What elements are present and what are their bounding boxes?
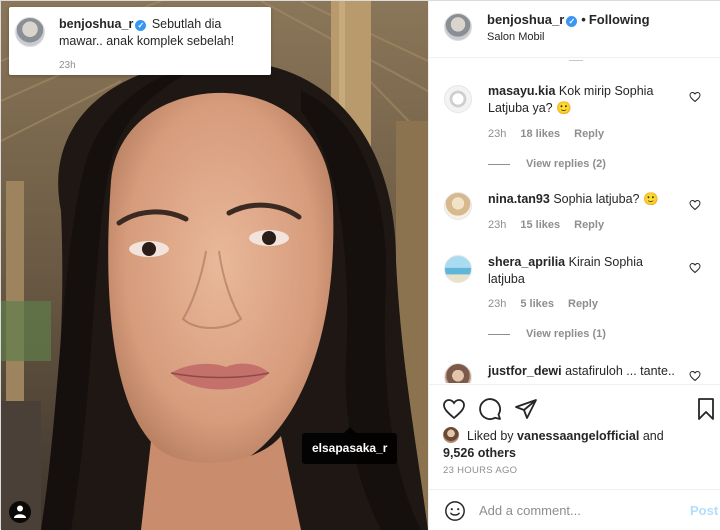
comment-time: 23h	[488, 219, 507, 231]
comment-avatar[interactable]	[444, 192, 472, 220]
post-side-panel: benjoshua_r ✓ • Following Salon Mobil masay…	[428, 1, 720, 530]
caption-card: benjoshua_r ✓ Sebutlah dia mawar.. anak k…	[9, 7, 271, 75]
post-actions: Liked by vanessaangelofficial and 9,526 …	[429, 384, 720, 482]
liker-username[interactable]: vanessaangelofficial	[517, 429, 639, 443]
comment-text-block: shera_aprilia Kirain Sophia latjuba	[488, 254, 673, 288]
caption-avatar[interactable]	[15, 17, 45, 47]
comment-likes[interactable]: 18 likes	[520, 128, 560, 140]
caption-time: 23h	[59, 60, 76, 71]
separator-dot: •	[581, 12, 586, 27]
post-photo[interactable]: benjoshua_r ✓ Sebutlah dia mawar.. anak k…	[1, 1, 428, 530]
comment-item: masayu.kia Kok mirip Sophia Latjuba ya? …	[429, 81, 720, 191]
author-username[interactable]: benjoshua_r	[487, 12, 564, 27]
reply-button[interactable]: Reply	[568, 298, 598, 310]
comment-bar: Post	[429, 489, 720, 530]
heart-icon[interactable]	[689, 370, 701, 382]
user-tag-icon	[14, 505, 26, 518]
verified-icon: ✓	[566, 16, 578, 27]
reply-button[interactable]: Reply	[574, 219, 604, 231]
comment-meta: 23h 18 likes Reply	[488, 128, 618, 140]
comment-username[interactable]: nina.tan93	[488, 192, 550, 206]
comment-item: justfor_dewi astafiruloh ... tante..	[429, 360, 720, 383]
likes-conjunction: and	[642, 429, 664, 443]
view-replies-button[interactable]: View replies (1)	[488, 328, 606, 340]
post-header: benjoshua_r ✓ • Following Salon Mobil	[429, 1, 720, 58]
comment-likes[interactable]: 5 likes	[520, 298, 554, 310]
comment-text-block: justfor_dewi astafiruloh ... tante..	[488, 363, 688, 380]
comment-avatar[interactable]	[444, 255, 472, 283]
comment-text: astafiruloh ... tante..	[565, 364, 675, 378]
caption-username[interactable]: benjoshua_r	[59, 17, 133, 31]
heart-icon[interactable]	[689, 91, 701, 103]
comment-item: nina.tan93 Sophia latjuba? 🙂 23h 15 likes…	[429, 189, 720, 244]
replies-line	[488, 333, 510, 335]
likes-others-count[interactable]: 9,526 others	[443, 446, 516, 460]
post-button[interactable]: Post	[690, 503, 718, 518]
user-tag-button[interactable]	[9, 501, 31, 523]
scroll-indicator	[569, 59, 583, 61]
comment-item: shera_aprilia Kirain Sophia latjuba 23h 5…	[429, 252, 720, 352]
comment-likes[interactable]: 15 likes	[520, 219, 560, 231]
liker-avatar[interactable]	[443, 427, 459, 443]
bookmark-icon[interactable]	[694, 397, 718, 421]
likes-summary: Liked by vanessaangelofficial and 9,526 …	[443, 427, 713, 462]
emoji-icon[interactable]	[444, 500, 466, 522]
comment-icon[interactable]	[478, 397, 502, 421]
likes-prefix: Liked by	[467, 429, 514, 443]
view-replies-button[interactable]: View replies (2)	[488, 158, 606, 170]
photo-user-tag[interactable]: elsapasaka_r	[302, 427, 398, 464]
replies-line	[488, 163, 510, 165]
view-replies-label: View replies (2)	[526, 158, 606, 170]
comments-list[interactable]: masayu.kia Kok mirip Sophia Latjuba ya? …	[429, 59, 720, 383]
comment-text-block: masayu.kia Kok mirip Sophia Latjuba ya? …	[488, 83, 673, 117]
comment-username[interactable]: justfor_dewi	[488, 364, 562, 378]
comment-input[interactable]	[479, 498, 679, 522]
like-heart-icon[interactable]	[442, 397, 466, 421]
heart-icon[interactable]	[689, 262, 701, 274]
reply-button[interactable]: Reply	[574, 128, 604, 140]
post-location[interactable]: Salon Mobil	[487, 31, 544, 43]
comment-avatar[interactable]	[444, 85, 472, 113]
comment-time: 23h	[488, 298, 507, 310]
comment-text: Sophia latjuba? 🙂	[553, 192, 659, 206]
author-avatar[interactable]	[444, 13, 472, 41]
caption-text-block: benjoshua_r ✓ Sebutlah dia mawar.. anak k…	[59, 16, 267, 50]
heart-icon[interactable]	[689, 199, 701, 211]
comment-meta: 23h 5 likes Reply	[488, 298, 612, 310]
post-time-ago[interactable]: 23 HOURS AGO	[443, 465, 517, 476]
comment-time: 23h	[488, 128, 507, 140]
following-button[interactable]: Following	[589, 12, 650, 27]
author-line: benjoshua_r ✓ • Following	[487, 12, 650, 27]
comment-meta: 23h 15 likes Reply	[488, 219, 618, 231]
instagram-post-window: benjoshua_r ✓ Sebutlah dia mawar.. anak k…	[0, 0, 720, 530]
comment-username[interactable]: masayu.kia	[488, 84, 555, 98]
comment-username[interactable]: shera_aprilia	[488, 255, 565, 269]
comment-avatar[interactable]	[444, 363, 472, 383]
share-icon[interactable]	[514, 397, 538, 421]
view-replies-label: View replies (1)	[526, 328, 606, 340]
comment-text-block: nina.tan93 Sophia latjuba? 🙂	[488, 191, 673, 208]
verified-icon: ✓	[135, 20, 147, 31]
